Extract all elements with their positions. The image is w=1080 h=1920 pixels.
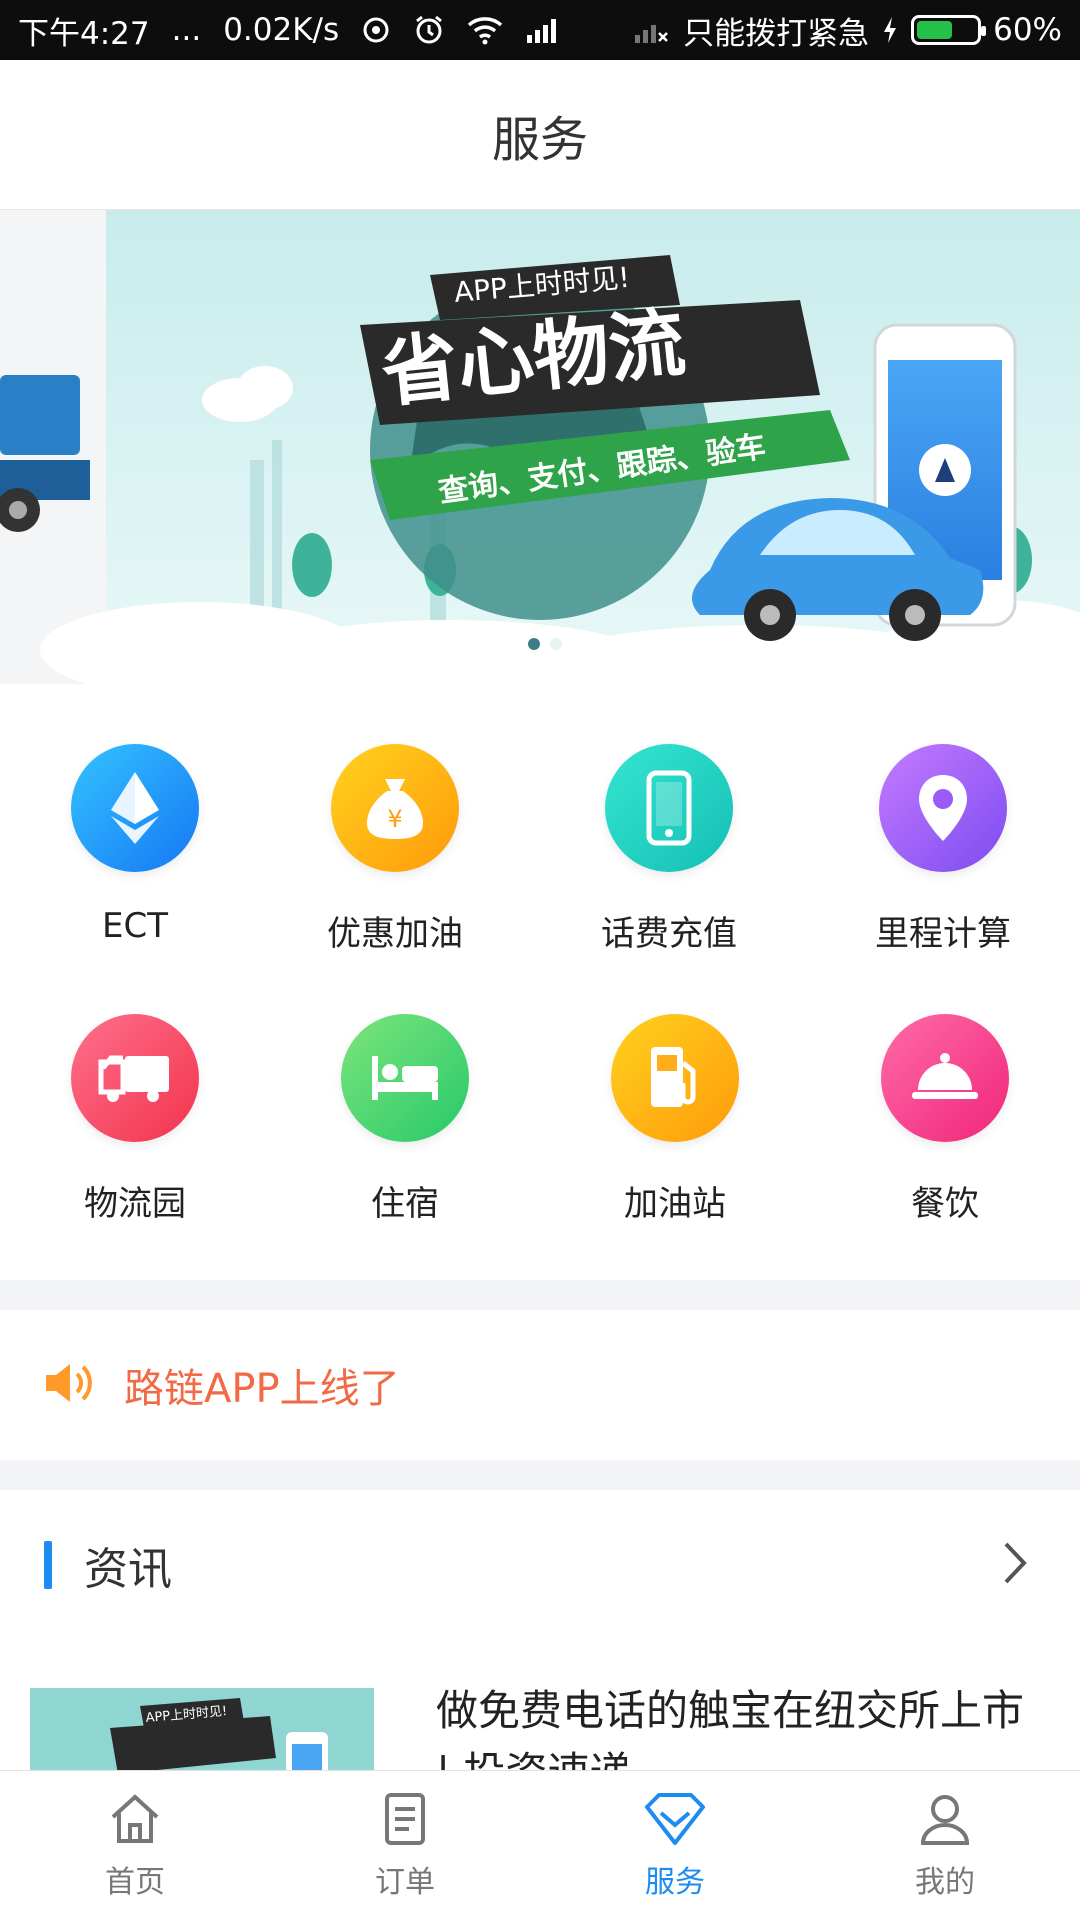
status-carrier: 只能拨打紧急 [683,15,870,52]
promo-banner[interactable]: APP上时时见! 省心物流 查询、支付、跟踪、验车 [0,210,1080,684]
banner-pagination [528,638,562,650]
section-divider [0,1460,1080,1490]
svg-text:¥: ¥ [387,805,402,833]
page-title: 服务 [491,111,588,168]
service-dining[interactable]: 餐饮 [810,1014,1080,1225]
service-diamond-icon [643,1791,707,1851]
service-mileage-calc[interactable]: 里程计算 [808,744,1078,955]
wifi-icon [467,15,503,45]
speaker-icon [44,1361,96,1409]
nav-label: 订单 [375,1864,435,1900]
news-section-header[interactable]: 资讯 [0,1490,1080,1640]
service-lodging[interactable]: 住宿 [270,1014,540,1225]
news-list-item[interactable]: APP上时时见! 做免费电话的触宝在纽交所上市 | 投资速递 [0,1640,1080,1770]
status-dots: ... [171,12,202,48]
section-divider [0,1280,1080,1310]
nav-services[interactable]: 服务 [540,1771,810,1920]
chevron-right-icon[interactable] [1000,1540,1030,1590]
location-pin-icon [879,744,1007,872]
service-logistics-park[interactable]: 物流园 [0,1014,270,1225]
announcement-bar[interactable]: 路链APP上线了 [0,1310,1080,1460]
bottom-navigation: 首页 订单 服务 我的 [0,1770,1080,1920]
service-label: 加油站 [624,1184,726,1224]
service-grid: ECT ¥ 优惠加油 话费充值 里程计算 物流园 住宿 加油站 餐饮 [0,684,1080,1280]
status-bar: 下午4:27 ... 0.02K/s 只能拨打紧急 60% [0,0,1080,60]
news-headline[interactable]: 做免费电话的触宝在纽交所上市 | 投资速递 [436,1680,1036,1770]
fuel-pump-icon [611,1014,739,1142]
service-label: 优惠加油 [327,914,463,954]
service-label: 餐饮 [911,1184,979,1224]
service-discount-fuel[interactable]: ¥ 优惠加油 [260,744,530,955]
charging-icon [881,15,899,45]
nav-home[interactable]: 首页 [0,1771,270,1920]
banner-illustration: APP上时时见! 省心物流 查询、支付、跟踪、验车 [0,210,1080,684]
money-bag-icon: ¥ [331,744,459,872]
news-thumbnail: APP上时时见! [30,1688,374,1770]
ethereum-icon [71,744,199,872]
battery-percent: 60% [993,12,1062,48]
service-ect[interactable]: ECT [0,744,270,946]
signal-icon [525,15,563,45]
profile-icon [917,1791,973,1851]
battery-icon [911,15,987,45]
news-section-title: 资讯 [84,1544,172,1595]
service-label: ECT [102,906,168,946]
nav-label: 我的 [915,1864,975,1900]
service-gas-station[interactable]: 加油站 [540,1014,810,1225]
truck-icon [71,1014,199,1142]
bed-icon [341,1014,469,1142]
banner-dot[interactable] [528,638,540,650]
service-label: 住宿 [371,1184,439,1224]
announcement-text[interactable]: 路链APP上线了 [124,1356,400,1414]
sync-icon [361,15,391,45]
nav-label: 服务 [645,1864,705,1900]
service-label: 话费充值 [601,914,737,954]
banner-dot[interactable] [550,638,562,650]
section-accent-bar [44,1541,52,1589]
status-speed: 0.02K/s [223,12,340,48]
order-document-icon [377,1791,433,1851]
home-icon [107,1791,163,1851]
nav-label: 首页 [105,1864,165,1900]
no-signal-icon [633,15,671,45]
service-phone-topup[interactable]: 话费充值 [534,744,804,955]
phone-icon [605,744,733,872]
status-time: 下午4:27 [18,15,150,52]
nav-orders[interactable]: 订单 [270,1771,540,1920]
service-label: 物流园 [84,1184,186,1224]
nav-profile[interactable]: 我的 [810,1771,1080,1920]
service-label: 里程计算 [875,914,1011,954]
dining-cloche-icon [881,1014,1009,1142]
alarm-icon [413,14,445,46]
app-header: 服务 [0,60,1080,210]
